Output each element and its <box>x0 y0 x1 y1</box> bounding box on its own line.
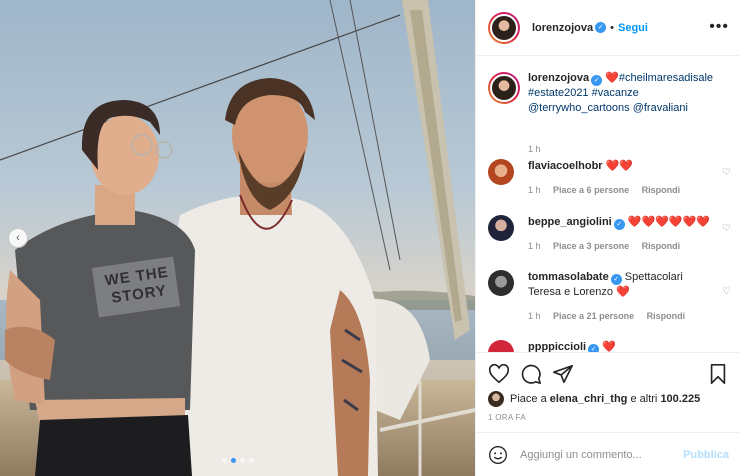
comment-like-icon[interactable]: ♡ <box>722 167 731 178</box>
verified-badge-icon: ✓ <box>591 75 603 86</box>
add-comment-bar: Pubblica <box>476 432 740 476</box>
commenter-avatar[interactable] <box>488 340 514 352</box>
likes-summary[interactable]: Piace a elena_chri_thg e altri 100.225 <box>488 391 700 407</box>
post-photo[interactable]: WE THE STORY ‹ <box>0 0 475 476</box>
caption-meta: 1 h <box>528 144 551 154</box>
comment-text: Spettacolari <box>624 271 683 283</box>
commenter-avatar[interactable] <box>488 215 514 241</box>
comment-item: tommasolabate ✓ Spettacolari Teresa e Lor… <box>488 270 733 330</box>
paper-plane-icon[interactable] <box>552 363 574 385</box>
comment-likes-count[interactable]: Piace a 3 persone <box>553 241 629 251</box>
liker-avatar <box>488 391 504 407</box>
comment-like-icon[interactable]: ♡ <box>722 286 731 297</box>
comment-text: ❤️❤️ <box>605 160 634 172</box>
verified-badge-icon: ✓ <box>610 274 622 285</box>
post-header: lorenzojova ✓ • Segui ••• <box>476 0 740 56</box>
caption-hashtags[interactable]: #estate2021 #vacanze <box>528 87 639 99</box>
carousel-dot-active <box>230 458 236 463</box>
comment-time: 1 h <box>528 185 541 195</box>
comment-text-line2: Teresa e Lorenzo ❤️ <box>528 286 630 298</box>
author-avatar[interactable] <box>488 11 520 44</box>
carousel-dot <box>248 458 254 463</box>
commenter-avatar[interactable] <box>488 159 514 185</box>
comment-item: beppe_angiolini ✓ ❤️❤️❤️❤️❤️❤️ 1 h Piace … <box>488 215 733 255</box>
caption-mentions[interactable]: @terrywho_cartoons @fravaliani <box>528 102 688 114</box>
carousel-dot <box>221 458 227 463</box>
commenter-username[interactable]: beppe_angiolini <box>528 216 612 228</box>
verified-badge-icon: ✓ <box>588 344 600 352</box>
likes-count[interactable]: 100.225 <box>660 393 700 405</box>
carousel-dot <box>239 458 245 463</box>
verified-badge-icon: ✓ <box>595 22 607 33</box>
more-horizontal-icon[interactable]: ••• <box>709 18 729 36</box>
caption-avatar[interactable] <box>488 72 520 104</box>
bookmark-icon[interactable] <box>707 363 729 385</box>
post-actions: Piace a elena_chri_thg e altri 100.225 1… <box>476 352 740 432</box>
post-side-panel: lorenzojova ✓ • Segui ••• lorenzojova ✓ ❤… <box>475 0 740 476</box>
comment-time: 1 h <box>528 311 541 321</box>
verified-badge-icon: ✓ <box>613 219 625 230</box>
caption: lorenzojova ✓ ❤️#cheilmaresadisale #estat… <box>488 72 733 154</box>
likes-user[interactable]: elena_chri_thg <box>550 393 628 405</box>
photo-scene <box>0 0 475 476</box>
caption-time: 1 h <box>528 144 541 154</box>
commenter-avatar[interactable] <box>488 270 514 296</box>
comment-meta: 1 h Piace a 21 persone Rispondi <box>528 311 695 321</box>
comment-text: ❤️❤️❤️❤️❤️❤️ <box>627 216 710 228</box>
comment-input[interactable] <box>520 448 684 461</box>
comment-likes-count[interactable]: Piace a 6 persone <box>553 185 629 195</box>
heart-emoji: ❤️ <box>605 72 619 84</box>
emoji-icon[interactable] <box>488 445 508 465</box>
carousel-dots <box>0 458 475 463</box>
comment-item: ppppiccioli ✓ ❤️ <box>488 340 733 352</box>
comment-like-icon[interactable]: ♡ <box>722 223 731 234</box>
commenter-username[interactable]: tommasolabate <box>528 271 609 283</box>
commenter-username[interactable]: flaviacoelhobr <box>528 160 603 172</box>
likes-prefix: Piace a <box>510 393 547 405</box>
likes-suffix: e altri <box>630 393 658 405</box>
comment-likes-count[interactable]: Piace a 21 persone <box>553 311 634 321</box>
caption-username[interactable]: lorenzojova <box>528 72 589 84</box>
comment-item: flaviacoelhobr ❤️❤️ 1 h Piace a 6 person… <box>488 159 733 199</box>
carousel-prev-button[interactable]: ‹ <box>8 228 28 248</box>
reply-button[interactable]: Rispondi <box>647 311 686 321</box>
reply-button[interactable]: Rispondi <box>642 241 681 251</box>
comment-icon[interactable] <box>520 363 542 385</box>
comment-meta: 1 h Piace a 6 persone Rispondi <box>528 185 690 195</box>
comments-list[interactable]: lorenzojova ✓ ❤️#cheilmaresadisale #estat… <box>476 56 740 352</box>
publish-button[interactable]: Pubblica <box>683 449 729 461</box>
comment-meta: 1 h Piace a 3 persone Rispondi <box>528 241 690 251</box>
author-username[interactable]: lorenzojova <box>532 22 593 34</box>
heart-outline-icon[interactable] <box>488 363 510 385</box>
separator-dot: • <box>610 21 614 34</box>
caption-hashtag[interactable]: #cheilmaresadisale <box>619 72 713 84</box>
post-timestamp: 1 ORA FA <box>488 413 526 422</box>
comment-text: ❤️ <box>602 341 616 352</box>
commenter-username[interactable]: ppppiccioli <box>528 341 586 352</box>
reply-button[interactable]: Rispondi <box>642 185 681 195</box>
comment-time: 1 h <box>528 241 541 251</box>
follow-button[interactable]: Segui <box>618 22 648 34</box>
